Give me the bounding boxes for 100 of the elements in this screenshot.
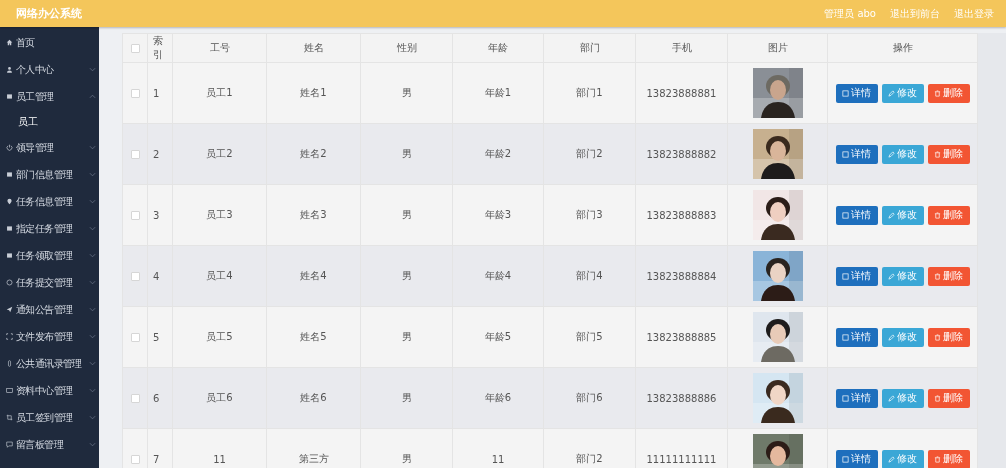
sidebar-item[interactable]: 文件发布管理 (0, 323, 99, 350)
delete-button[interactable]: 删除 (927, 83, 970, 103)
detail-button[interactable]: 详情 (835, 266, 878, 286)
sidebar-subitem[interactable]: 员工 (0, 110, 99, 134)
row-checkbox[interactable] (130, 89, 140, 98)
trash-icon (934, 89, 941, 97)
table-cell: 姓名5 (300, 331, 327, 342)
sidebar-item-label: 个人中心 (16, 62, 55, 77)
edit-button[interactable]: 修改 (881, 144, 924, 164)
delete-button[interactable]: 删除 (927, 449, 970, 468)
table-cell: 员工4 (206, 270, 233, 281)
document-icon (842, 211, 849, 219)
column-header: 操作 (892, 42, 913, 53)
table-cell: 男 (401, 148, 412, 159)
edit-button[interactable]: 修改 (881, 388, 924, 408)
delete-button[interactable]: 删除 (927, 205, 970, 225)
sidebar-item[interactable]: 资料中心管理 (0, 377, 99, 404)
table-cell: 姓名4 (300, 270, 327, 281)
sidebar-item-label: 留言板管理 (16, 437, 65, 452)
sidebar-item[interactable]: 任务领取管理 (0, 242, 99, 269)
table-cell: 年龄2 (484, 148, 512, 159)
column-header: 工号 (209, 42, 230, 53)
sidebar-item[interactable]: 个人中心 (0, 56, 99, 83)
globe-icon (6, 279, 13, 286)
table-cell: 13823888885 (646, 331, 717, 343)
row-checkbox[interactable] (130, 394, 140, 403)
app-title: 网络办公系统 (16, 6, 82, 21)
sidebar-item[interactable]: 员工签到管理 (0, 404, 99, 431)
sidebar-item[interactable]: 指定任务管理 (0, 215, 99, 242)
row-checkbox[interactable] (130, 455, 140, 464)
table-cell: 员工1 (206, 87, 233, 98)
detail-button[interactable]: 详情 (835, 83, 878, 103)
sidebar-item-label: 任务领取管理 (16, 248, 74, 263)
sidebar-item-label: 文件发布管理 (16, 329, 74, 344)
column-header: 部门 (579, 42, 600, 53)
sidebar-item-label: 任务信息管理 (16, 194, 74, 209)
column-header: 性别 (396, 42, 417, 53)
document-icon (842, 272, 849, 280)
sidebar-item-label: 部门信息管理 (16, 167, 74, 182)
row-checkbox[interactable] (130, 272, 140, 281)
table-cell: 部门6 (576, 392, 603, 403)
table-cell: 7 (153, 453, 160, 465)
edit-button[interactable]: 修改 (881, 205, 924, 225)
sidebar-item[interactable]: 通知公告管理 (0, 296, 99, 323)
detail-button[interactable]: 详情 (835, 388, 878, 408)
delete-button[interactable]: 删除 (927, 327, 970, 347)
table-cell: 5 (153, 331, 160, 343)
edit-button[interactable]: 修改 (881, 327, 924, 347)
user-icon (6, 66, 13, 73)
sidebar-item[interactable]: 首页 (0, 29, 99, 56)
table-cell: 年龄4 (484, 270, 512, 281)
row-checkbox[interactable] (130, 150, 140, 159)
detail-button[interactable]: 详情 (835, 449, 878, 468)
table-cell: 13823888886 (646, 392, 717, 404)
edit-button[interactable]: 修改 (881, 449, 924, 468)
sidebar-item-label: 员工签到管理 (16, 410, 74, 425)
column-header: 索引 (153, 35, 163, 60)
sidebar-item[interactable]: 公共通讯录管理 (0, 350, 99, 377)
table-cell: 部门2 (576, 453, 603, 464)
row-checkbox[interactable] (130, 211, 140, 220)
sidebar-item[interactable]: 领导管理 (0, 134, 99, 161)
trash-icon (934, 333, 941, 341)
table-cell: 11 (213, 453, 226, 465)
edit-button[interactable]: 修改 (881, 83, 924, 103)
document-icon (842, 89, 849, 97)
pencil-icon (888, 455, 895, 463)
sidebar-item-label: 任务提交管理 (16, 275, 74, 290)
trash-icon (934, 150, 941, 158)
table-cell: 年龄5 (484, 331, 512, 342)
mic-icon (6, 360, 13, 367)
pencil-icon (888, 211, 895, 219)
column-header: 年龄 (488, 42, 508, 53)
delete-button[interactable]: 删除 (927, 388, 970, 408)
sidebar-item[interactable]: 员工管理 (0, 83, 99, 110)
document-icon (842, 150, 849, 158)
delete-button[interactable]: 删除 (927, 144, 970, 164)
table-cell: 2 (153, 148, 160, 160)
column-header: 姓名 (303, 42, 324, 53)
table-cell: 男 (401, 270, 412, 281)
chat-icon (6, 441, 13, 448)
home-icon (6, 39, 13, 46)
table-cell: 11111111111 (646, 453, 717, 465)
delete-button[interactable]: 删除 (927, 266, 970, 286)
row-checkbox[interactable] (130, 333, 140, 342)
sidebar-item[interactable]: 任务信息管理 (0, 188, 99, 215)
sidebar-item-label: 首页 (16, 35, 36, 50)
crop-icon (6, 414, 13, 421)
edit-button[interactable]: 修改 (881, 266, 924, 286)
sidebar-item[interactable]: 任务提交管理 (0, 269, 99, 296)
table-cell: 4 (153, 270, 160, 282)
table-cell: 员工2 (206, 148, 233, 159)
table-cell: 部门3 (576, 209, 603, 220)
select-all-checkbox[interactable] (130, 44, 140, 53)
table-cell: 员工6 (206, 392, 233, 403)
detail-button[interactable]: 详情 (835, 205, 878, 225)
sidebar-item[interactable]: 留言板管理 (0, 431, 99, 458)
pencil-icon (888, 89, 895, 97)
detail-button[interactable]: 详情 (835, 327, 878, 347)
sidebar-item[interactable]: 部门信息管理 (0, 161, 99, 188)
detail-button[interactable]: 详情 (835, 144, 878, 164)
